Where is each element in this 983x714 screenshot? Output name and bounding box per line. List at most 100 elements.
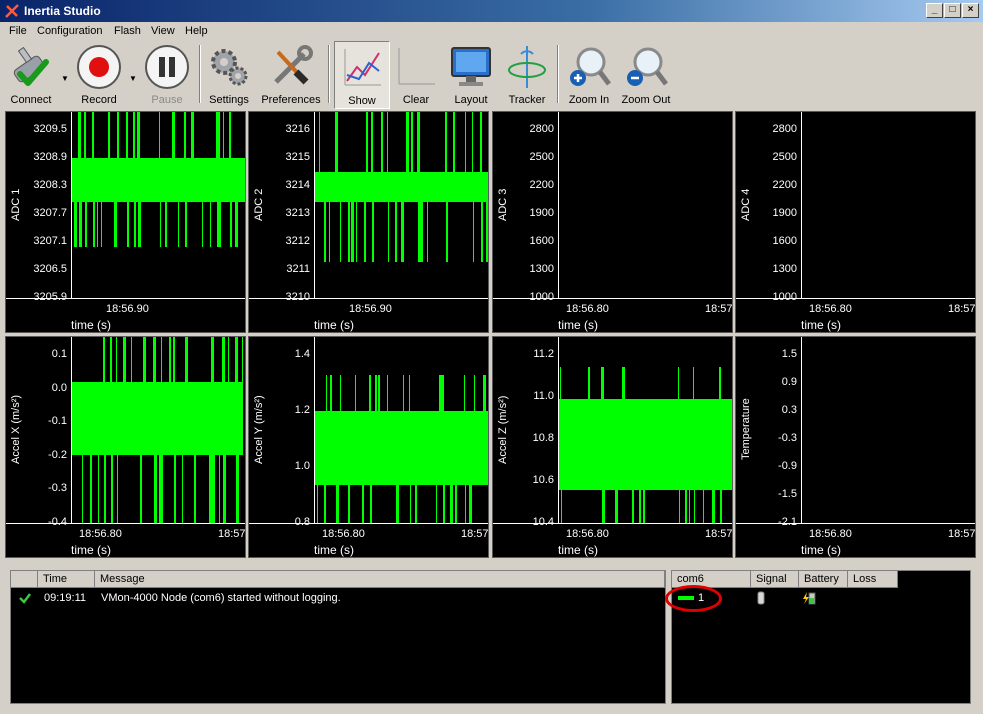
signal-spike — [465, 112, 466, 174]
preferences-button[interactable]: Preferences — [258, 41, 324, 109]
signal-spike — [336, 448, 339, 523]
menu-view[interactable]: View — [151, 25, 175, 37]
signal-spike — [694, 444, 695, 523]
signal-spike — [679, 444, 680, 523]
signal-spike — [236, 453, 239, 523]
menu-file[interactable]: File — [9, 25, 27, 37]
y-tick-label: 3214 — [285, 179, 310, 191]
signal-spike — [396, 448, 399, 523]
plot-panel[interactable]: ADC 3 2800 2500 2200 1900 1600 1300 1000 18:56.8… — [492, 111, 733, 333]
signal-spike — [443, 448, 445, 523]
signal-spike — [78, 112, 81, 160]
signal-spike — [375, 375, 377, 413]
clear-button[interactable]: Clear — [392, 41, 440, 109]
zoom-in-icon — [570, 47, 611, 86]
signal-spike — [230, 200, 232, 247]
x-tick-label: 18:57 — [705, 528, 733, 540]
plot-panel[interactable]: Accel Y (m/s²) 1.4 1.2 1.0 0.8 18:56.80 18:57 t… — [248, 336, 489, 558]
y-tick-label: 0.9 — [781, 376, 797, 388]
minimize-button[interactable]: _ — [926, 3, 943, 18]
y-tick-label: 3207.7 — [33, 207, 67, 219]
plot-panel[interactable]: Accel Z (m/s²) 11.2 11.0 10.8 10.6 10.4 18:56.… — [492, 336, 733, 558]
pause-button[interactable]: Pause — [140, 41, 194, 109]
checkmark-icon — [19, 593, 31, 604]
menu-bar: File Configuration Flash View Help — [0, 22, 983, 41]
signal-spike — [127, 200, 129, 247]
record-button[interactable]: Record — [72, 41, 126, 109]
signal-spike — [427, 200, 428, 262]
log-header-time[interactable]: Time — [38, 571, 95, 588]
y-tick-label: -0.3 — [778, 432, 797, 444]
signal-spike — [401, 200, 404, 262]
signal-spike — [439, 375, 442, 413]
signal-spike — [371, 112, 373, 174]
signal-spike — [220, 200, 221, 247]
signal-spike — [719, 367, 721, 401]
signal-spike — [212, 453, 215, 523]
signal-spike — [561, 444, 562, 523]
signal-spike — [162, 453, 163, 523]
signal-spike — [219, 453, 220, 523]
node-header-loss[interactable]: Loss — [848, 571, 898, 588]
toolbar-separator — [199, 45, 201, 103]
x-axis-label: time (s) — [71, 543, 111, 557]
record-dropdown-icon[interactable]: ▼ — [129, 74, 137, 83]
signal-spike — [469, 448, 472, 523]
signal-spike — [351, 200, 354, 262]
signal-spike — [411, 112, 413, 174]
layout-button[interactable]: Layout — [446, 41, 496, 109]
signal-spike — [639, 444, 641, 523]
signal-spike — [131, 337, 132, 384]
plot-panel[interactable]: Accel X (m/s²) 0.1 0.0 -0.1 -0.2 -0.3 -0.4 18:5… — [5, 336, 246, 558]
zoom-out-label: Zoom Out — [621, 94, 671, 106]
y-axis-label: Temperature — [740, 398, 752, 461]
signal-spike — [93, 200, 95, 247]
menu-help[interactable]: Help — [185, 25, 208, 37]
log-panel[interactable]: Time Message 09:19:11 VMon-4000 Node (co… — [10, 570, 666, 704]
node-header-signal[interactable]: Signal — [751, 571, 799, 588]
signal-spike — [643, 444, 645, 523]
zoom-in-button[interactable]: Zoom In — [564, 41, 614, 109]
signal-spike — [329, 200, 330, 262]
log-header-message[interactable]: Message — [95, 571, 665, 588]
signal-spike — [418, 200, 421, 262]
layout-label: Layout — [454, 94, 488, 106]
x-tick-label: 18:56.80 — [809, 528, 852, 540]
zoom-out-button[interactable]: Zoom Out — [618, 41, 674, 109]
signal-spike — [219, 112, 220, 160]
menu-flash[interactable]: Flash — [114, 25, 141, 37]
x-tick-label: 18:57 — [948, 303, 976, 315]
connect-button[interactable]: Connect — [4, 41, 58, 109]
show-button[interactable]: Show — [334, 41, 390, 109]
maximize-button[interactable]: □ — [944, 3, 961, 18]
connect-dropdown-icon[interactable]: ▼ — [61, 74, 69, 83]
toolbar-separator — [557, 45, 559, 103]
signal-trace — [558, 367, 732, 523]
plot-panel[interactable]: ADC 1 3209.5 3208.9 3208.3 3207.7 3207.1 3206.… — [5, 111, 246, 333]
settings-button[interactable]: Settings — [204, 41, 254, 109]
show-label: Show — [348, 95, 376, 107]
log-header-icon-col[interactable] — [11, 571, 38, 588]
plot-panel[interactable]: ADC 2 3216 3215 3214 3213 3212 3211 3210 18:56.9… — [248, 111, 489, 333]
node-header-battery[interactable]: Battery — [799, 571, 848, 588]
x-tick-label: 18:56.80 — [566, 528, 609, 540]
signal-spike — [178, 200, 179, 247]
close-button[interactable]: × — [962, 3, 979, 18]
signal-spike — [110, 337, 112, 384]
plot-panel[interactable]: Temperature 1.5 0.9 0.3 -0.3 -0.9 -1.5 -2.1 18:5… — [735, 336, 976, 558]
x-tick-label: 18:57 — [461, 528, 489, 540]
menu-configuration[interactable]: Configuration — [37, 25, 102, 37]
signal-spike — [330, 375, 332, 413]
tracker-button[interactable]: Tracker — [502, 41, 552, 109]
log-row[interactable]: 09:19:11 VMon-4000 Node (com6) started w… — [11, 590, 665, 606]
signal-spike — [324, 200, 326, 262]
connect-label: Connect — [10, 94, 52, 106]
y-tick-label: 0.1 — [51, 348, 67, 360]
y-tick-label: -0.3 — [48, 482, 67, 495]
signal-spike — [108, 112, 110, 160]
signal-band — [71, 158, 245, 202]
pause-label: Pause — [151, 94, 183, 106]
y-axis-line — [801, 112, 802, 298]
x-axis-label: time (s) — [801, 543, 841, 557]
plot-panel[interactable]: ADC 4 2800 2500 2200 1900 1600 1300 1000 18:56.8… — [735, 111, 976, 333]
